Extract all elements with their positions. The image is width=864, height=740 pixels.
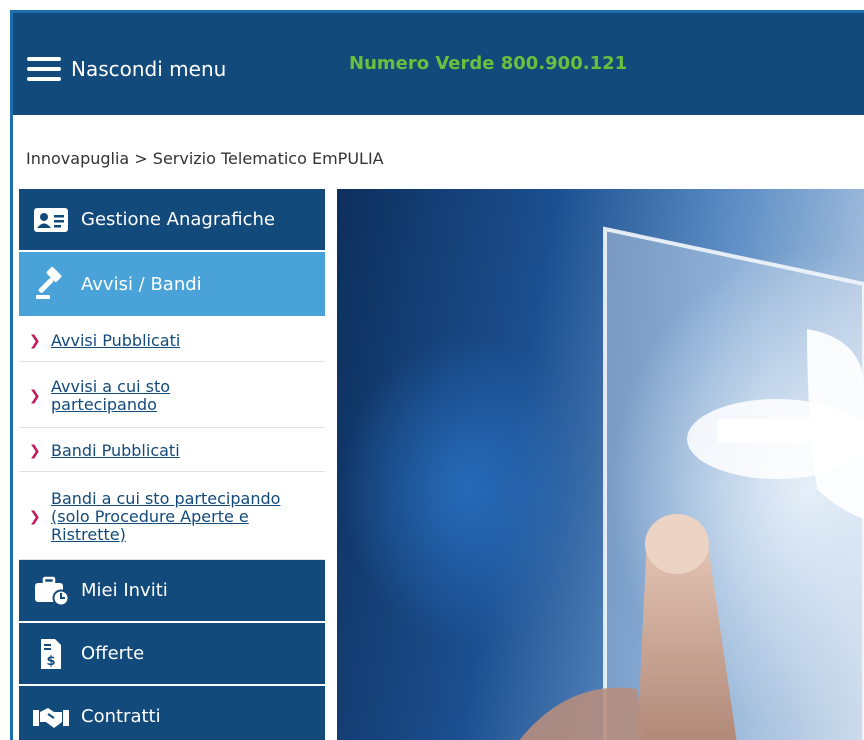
submenu-item: ❯ Avvisi a cui sto partecipando — [19, 362, 325, 428]
hero-image — [337, 189, 864, 740]
breadcrumb: Innovapuglia > Servizio Telematico EmPUL… — [26, 149, 384, 168]
chevron-right-icon: ❯ — [29, 387, 41, 404]
top-bar: Nascondi menu Numero Verde 800.900.121 — [13, 13, 864, 115]
link-bandi-partecipando[interactable]: Bandi a cui sto partecipando (solo Proce… — [51, 489, 311, 544]
briefcase-clock-icon — [31, 576, 71, 606]
svg-text:$: $ — [46, 654, 55, 669]
sidebar-item-label: Miei Inviti — [81, 580, 168, 601]
gavel-icon — [31, 267, 71, 301]
submenu-item: ❯ Bandi Pubblicati — [19, 428, 325, 472]
sidebar-item-label: Offerte — [81, 643, 145, 664]
sidebar-item-miei-inviti[interactable]: Miei Inviti — [19, 560, 325, 623]
app-frame: Nascondi menu Numero Verde 800.900.121 I… — [10, 10, 864, 740]
menu-toggle-button[interactable]: Nascondi menu — [27, 51, 226, 87]
invoice-dollar-icon: $ — [31, 638, 71, 670]
sidebar-item-contratti[interactable]: Contratti — [19, 686, 325, 740]
sidebar: Gestione Anagrafiche Avvisi / Bandi ❯ Av… — [19, 189, 325, 740]
submenu-item: ❯ Avvisi Pubblicati — [19, 318, 325, 362]
submenu-avvisi-bandi: ❯ Avvisi Pubblicati ❯ Avvisi a cui sto p… — [19, 318, 325, 560]
sidebar-item-label: Avvisi / Bandi — [81, 273, 202, 295]
sidebar-item-label: Gestione Anagrafiche — [81, 209, 276, 230]
menu-toggle-label: Nascondi menu — [71, 57, 227, 81]
link-avvisi-pubblicati[interactable]: Avvisi Pubblicati — [51, 331, 180, 350]
link-avvisi-partecipando[interactable]: Avvisi a cui sto partecipando — [51, 377, 201, 414]
chevron-right-icon: ❯ — [29, 332, 41, 349]
sidebar-item-offerte[interactable]: $ Offerte — [19, 623, 325, 686]
id-card-icon — [31, 207, 71, 233]
touch-screen-image — [519, 226, 864, 740]
sidebar-item-label: Contratti — [81, 706, 161, 727]
sidebar-item-avvisi-bandi[interactable]: Avvisi / Bandi — [19, 252, 325, 318]
handshake-icon — [31, 704, 71, 730]
submenu-item: ❯ Bandi a cui sto partecipando (solo Pro… — [19, 472, 325, 560]
toll-free-number: Numero Verde 800.900.121 — [349, 53, 628, 74]
hamburger-icon — [27, 57, 61, 81]
sidebar-item-gestione-anagrafiche[interactable]: Gestione Anagrafiche — [19, 189, 325, 252]
chevron-right-icon: ❯ — [29, 442, 41, 459]
chevron-right-icon: ❯ — [29, 508, 41, 525]
link-bandi-pubblicati[interactable]: Bandi Pubblicati — [51, 441, 180, 460]
